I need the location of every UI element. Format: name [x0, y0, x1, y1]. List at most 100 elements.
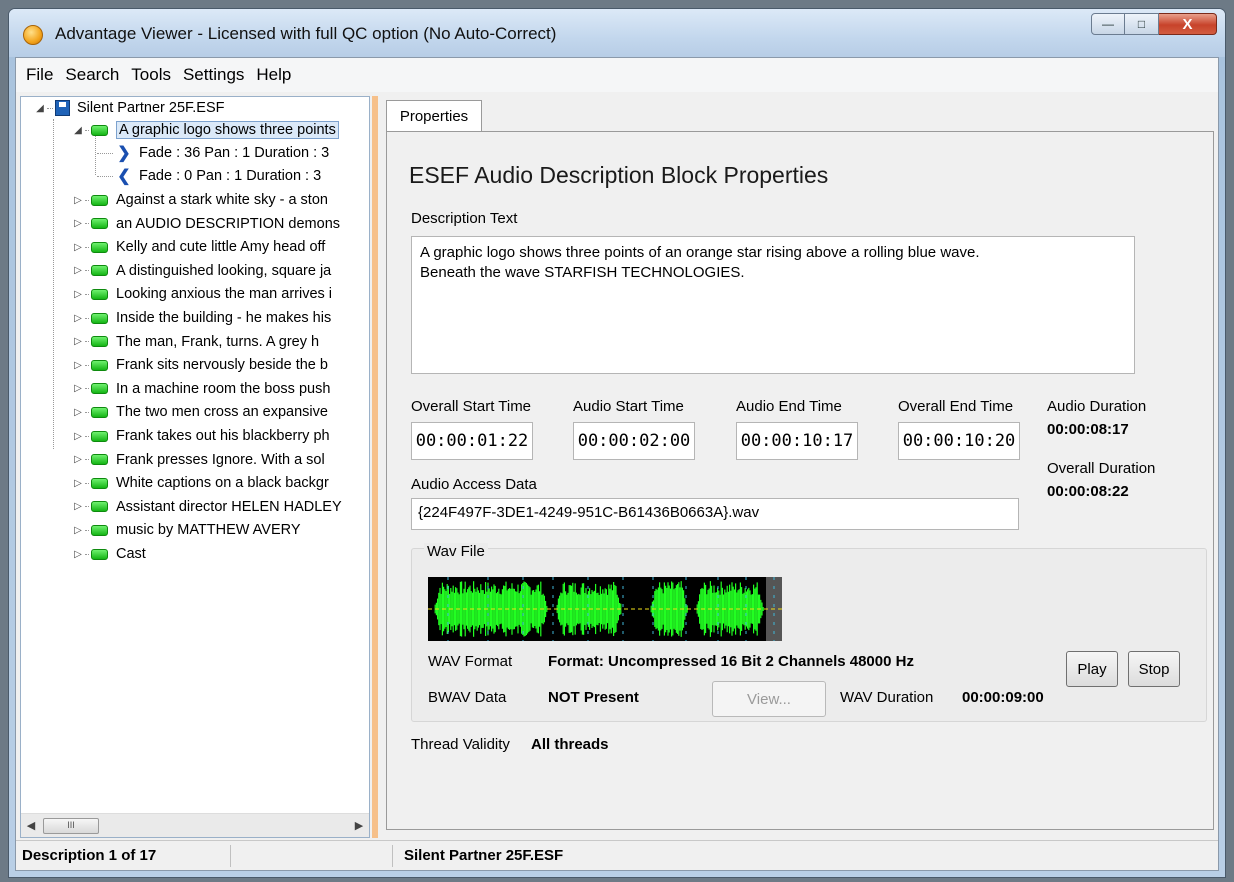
- expand-arrow-icon[interactable]: ▷: [71, 360, 85, 371]
- audio-start-field[interactable]: 00:00:02:00: [573, 422, 695, 460]
- overall-start-label: Overall Start Time: [411, 398, 532, 415]
- tree-item[interactable]: ▷ Assistant director HELEN HADLEY: [71, 496, 342, 518]
- tree-item-label: The two men cross an expansive: [116, 404, 328, 421]
- expand-arrow-icon[interactable]: ▷: [71, 407, 85, 418]
- tree-sub-item[interactable]: ❮ Fade : 0 Pan : 1 Duration : 3: [97, 165, 321, 187]
- tree-item[interactable]: ▷ The two men cross an expansive: [71, 401, 328, 423]
- tree-root[interactable]: ◢ Silent Partner 25F.ESF: [33, 97, 225, 119]
- close-button[interactable]: X: [1159, 13, 1217, 35]
- wav-duration-label: WAV Duration: [840, 689, 934, 706]
- expand-arrow-icon[interactable]: ▷: [71, 218, 85, 229]
- tree-item[interactable]: ▷ Frank takes out his blackberry ph: [71, 425, 330, 447]
- page-title: ESEF Audio Description Block Properties: [409, 162, 829, 188]
- tree-item-label: The man, Frank, turns. A grey h: [116, 333, 320, 350]
- pane-splitter[interactable]: [372, 96, 378, 838]
- tree-item[interactable]: ▷ Against a stark white sky - a ston: [71, 189, 328, 211]
- expand-arrow-icon[interactable]: ▷: [71, 265, 85, 276]
- description-block-icon: [91, 501, 108, 513]
- tree-item[interactable]: ▷ an AUDIO DESCRIPTION demons: [71, 213, 340, 235]
- expand-arrow-icon[interactable]: ▷: [71, 525, 85, 536]
- tree-item-label: Assistant director HELEN HADLEY: [116, 498, 342, 515]
- play-button[interactable]: Play: [1066, 651, 1118, 687]
- bwav-data-label: BWAV Data: [428, 689, 507, 706]
- bwav-data-value: NOT Present: [548, 689, 639, 706]
- collapse-arrow-icon[interactable]: ◢: [33, 103, 47, 114]
- tree-item-label: Frank sits nervously beside the b: [116, 357, 328, 374]
- scroll-thumb[interactable]: III: [43, 818, 99, 834]
- tab-properties[interactable]: Properties: [386, 100, 482, 132]
- tree-item-selected[interactable]: ◢ A graphic logo shows three points: [71, 119, 339, 141]
- description-text-field[interactable]: A graphic logo shows three points of an …: [411, 236, 1135, 374]
- scroll-right-icon[interactable]: ▶: [351, 818, 367, 834]
- tree-item-label: A graphic logo shows three points: [116, 121, 339, 139]
- tree-sub-item[interactable]: ❯ Fade : 36 Pan : 1 Duration : 3: [97, 142, 329, 164]
- menu-settings[interactable]: Settings: [177, 62, 250, 88]
- expand-arrow-icon[interactable]: ▷: [71, 549, 85, 560]
- description-block-icon: [91, 218, 108, 230]
- tree-item-label: In a machine room the boss push: [116, 380, 331, 397]
- menu-file[interactable]: File: [20, 62, 59, 88]
- expand-arrow-icon[interactable]: ▷: [71, 431, 85, 442]
- tree-item[interactable]: ▷ Cast: [71, 543, 146, 565]
- expand-arrow-icon[interactable]: ▷: [71, 336, 85, 347]
- tree-item[interactable]: ▷ Looking anxious the man arrives i: [71, 283, 332, 305]
- stop-button[interactable]: Stop: [1128, 651, 1180, 687]
- sub-item-label: Fade : 0 Pan : 1 Duration : 3: [139, 168, 322, 184]
- description-tree[interactable]: ◢ Silent Partner 25F.ESF ◢ A graphic log…: [21, 97, 369, 813]
- description-line-2: Beneath the wave STARFISH TECHNOLOGIES.: [420, 264, 745, 281]
- tree-item[interactable]: ▷ White captions on a black backgr: [71, 472, 329, 494]
- tree-item[interactable]: ▷ A distinguished looking, square ja: [71, 260, 331, 282]
- audio-access-field[interactable]: {224F497F-3DE1-4249-951C-B61436B0663A}.w…: [411, 498, 1019, 530]
- tree-item[interactable]: ▷ Frank sits nervously beside the b: [71, 354, 328, 376]
- view-button[interactable]: View...: [712, 681, 826, 717]
- app-window: Advantage Viewer - Licensed with full QC…: [8, 8, 1226, 878]
- description-block-icon: [91, 124, 108, 136]
- maximize-button[interactable]: □: [1125, 13, 1159, 35]
- expand-arrow-icon[interactable]: ▷: [71, 195, 85, 206]
- description-block-icon: [91, 336, 108, 348]
- properties-pane: Properties ESEF Audio Description Block …: [382, 96, 1216, 838]
- horizontal-scrollbar[interactable]: ◀ III ▶: [21, 813, 369, 837]
- tree-item-label: A distinguished looking, square ja: [116, 262, 332, 279]
- description-block-icon: [91, 383, 108, 395]
- minimize-button[interactable]: —: [1091, 13, 1125, 35]
- thread-validity-label: Thread Validity: [411, 736, 510, 753]
- disk-icon: [55, 100, 70, 116]
- description-tree-pane: ◢ Silent Partner 25F.ESF ◢ A graphic log…: [20, 96, 370, 838]
- overall-duration-value: 00:00:08:22: [1047, 483, 1129, 500]
- sub-item-label: Fade : 36 Pan : 1 Duration : 3: [139, 145, 330, 161]
- window-controls: — □ X: [1091, 13, 1217, 35]
- scroll-left-icon[interactable]: ◀: [23, 818, 39, 834]
- expand-arrow-icon[interactable]: ▷: [71, 313, 85, 324]
- collapse-arrow-icon[interactable]: ◢: [71, 125, 85, 136]
- tree-item[interactable]: ▷ music by MATTHEW AVERY: [71, 519, 301, 541]
- waveform-display[interactable]: [428, 577, 782, 641]
- menu-tools[interactable]: Tools: [125, 62, 177, 88]
- tree-item-label: music by MATTHEW AVERY: [116, 522, 301, 539]
- description-block-icon: [91, 359, 108, 371]
- menu-search[interactable]: Search: [59, 62, 125, 88]
- expand-arrow-icon[interactable]: ▷: [71, 478, 85, 489]
- tree-item[interactable]: ▷ In a machine room the boss push: [71, 378, 330, 400]
- expand-arrow-icon[interactable]: ▷: [71, 454, 85, 465]
- tree-item[interactable]: ▷ Kelly and cute little Amy head off: [71, 236, 325, 258]
- tree-item-label: White captions on a black backgr: [116, 475, 329, 492]
- wav-file-group-title: Wav File: [424, 543, 488, 560]
- audio-end-field[interactable]: 00:00:10:17: [736, 422, 858, 460]
- wav-duration-value: 00:00:09:00: [962, 689, 1044, 706]
- tree-item-label: Frank presses Ignore. With a sol: [116, 451, 325, 468]
- expand-arrow-icon[interactable]: ▷: [71, 501, 85, 512]
- tree-item-label: Frank takes out his blackberry ph: [116, 428, 330, 444]
- expand-arrow-icon[interactable]: ▷: [71, 289, 85, 300]
- window-title: Advantage Viewer - Licensed with full QC…: [55, 24, 557, 43]
- client-area: File Search Tools Settings Help ◢ Silent…: [15, 57, 1219, 871]
- expand-arrow-icon[interactable]: ▷: [71, 242, 85, 253]
- description-block-icon: [91, 430, 108, 442]
- overall-start-field[interactable]: 00:00:01:22: [411, 422, 533, 460]
- menu-help[interactable]: Help: [250, 62, 297, 88]
- tree-item[interactable]: ▷ Inside the building - he makes his: [71, 307, 331, 329]
- tree-item[interactable]: ▷ Frank presses Ignore. With a sol: [71, 449, 325, 471]
- overall-end-field[interactable]: 00:00:10:20: [898, 422, 1020, 460]
- expand-arrow-icon[interactable]: ▷: [71, 383, 85, 394]
- tree-item[interactable]: ▷ The man, Frank, turns. A grey h: [71, 331, 319, 353]
